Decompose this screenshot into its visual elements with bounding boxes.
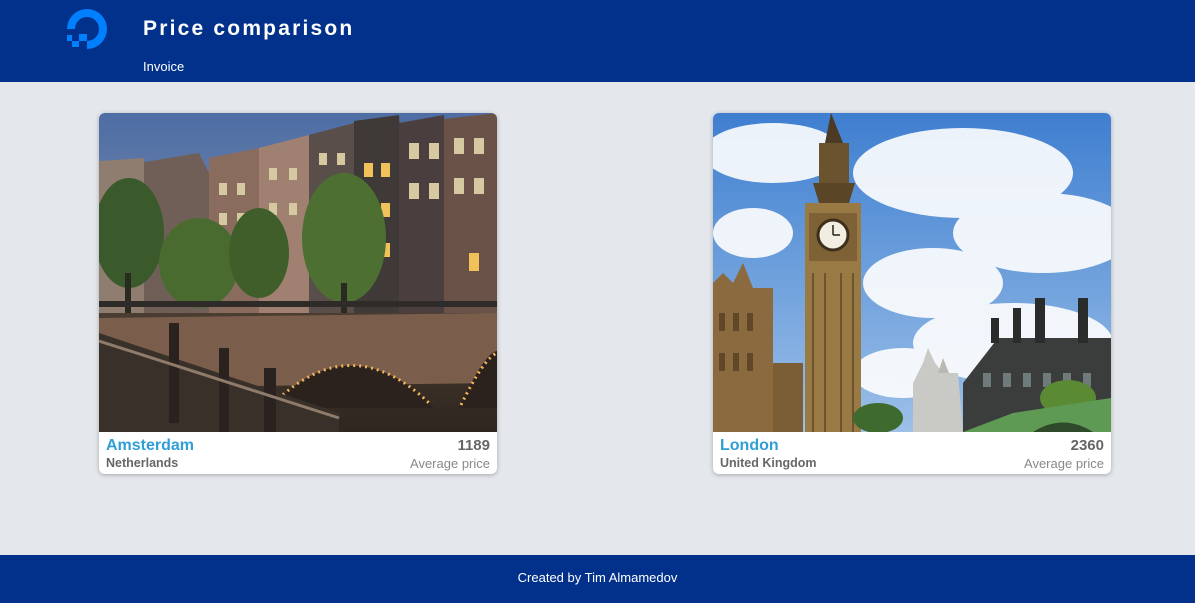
page-title: Price comparison	[143, 17, 355, 40]
average-price-label: Average price	[1024, 456, 1104, 471]
footer-bar: Created by Tim Almamedov	[0, 555, 1195, 603]
city-card-amsterdam[interactable]: Amsterdam Netherlands 1189 Average price	[99, 113, 497, 474]
city-name[interactable]: Amsterdam	[106, 436, 194, 455]
average-price-value: 1189	[457, 437, 490, 454]
invoice-link[interactable]: Invoice	[143, 59, 184, 75]
country-name: Netherlands	[106, 456, 179, 470]
average-price-label: Average price	[410, 456, 490, 471]
city-card-london[interactable]: London United Kingdom 2360 Average price	[713, 113, 1111, 474]
digitalocean-logo-icon[interactable]	[64, 4, 114, 54]
country-name: United Kingdom	[720, 456, 817, 470]
amsterdam-photo	[99, 113, 497, 432]
header-bar: Price comparison Invoice	[0, 0, 1195, 82]
footer-credit: Created by Tim Almamedov	[517, 570, 678, 585]
average-price-value: 2360	[1070, 437, 1104, 454]
london-photo	[713, 113, 1111, 432]
city-name[interactable]: London	[720, 436, 779, 455]
